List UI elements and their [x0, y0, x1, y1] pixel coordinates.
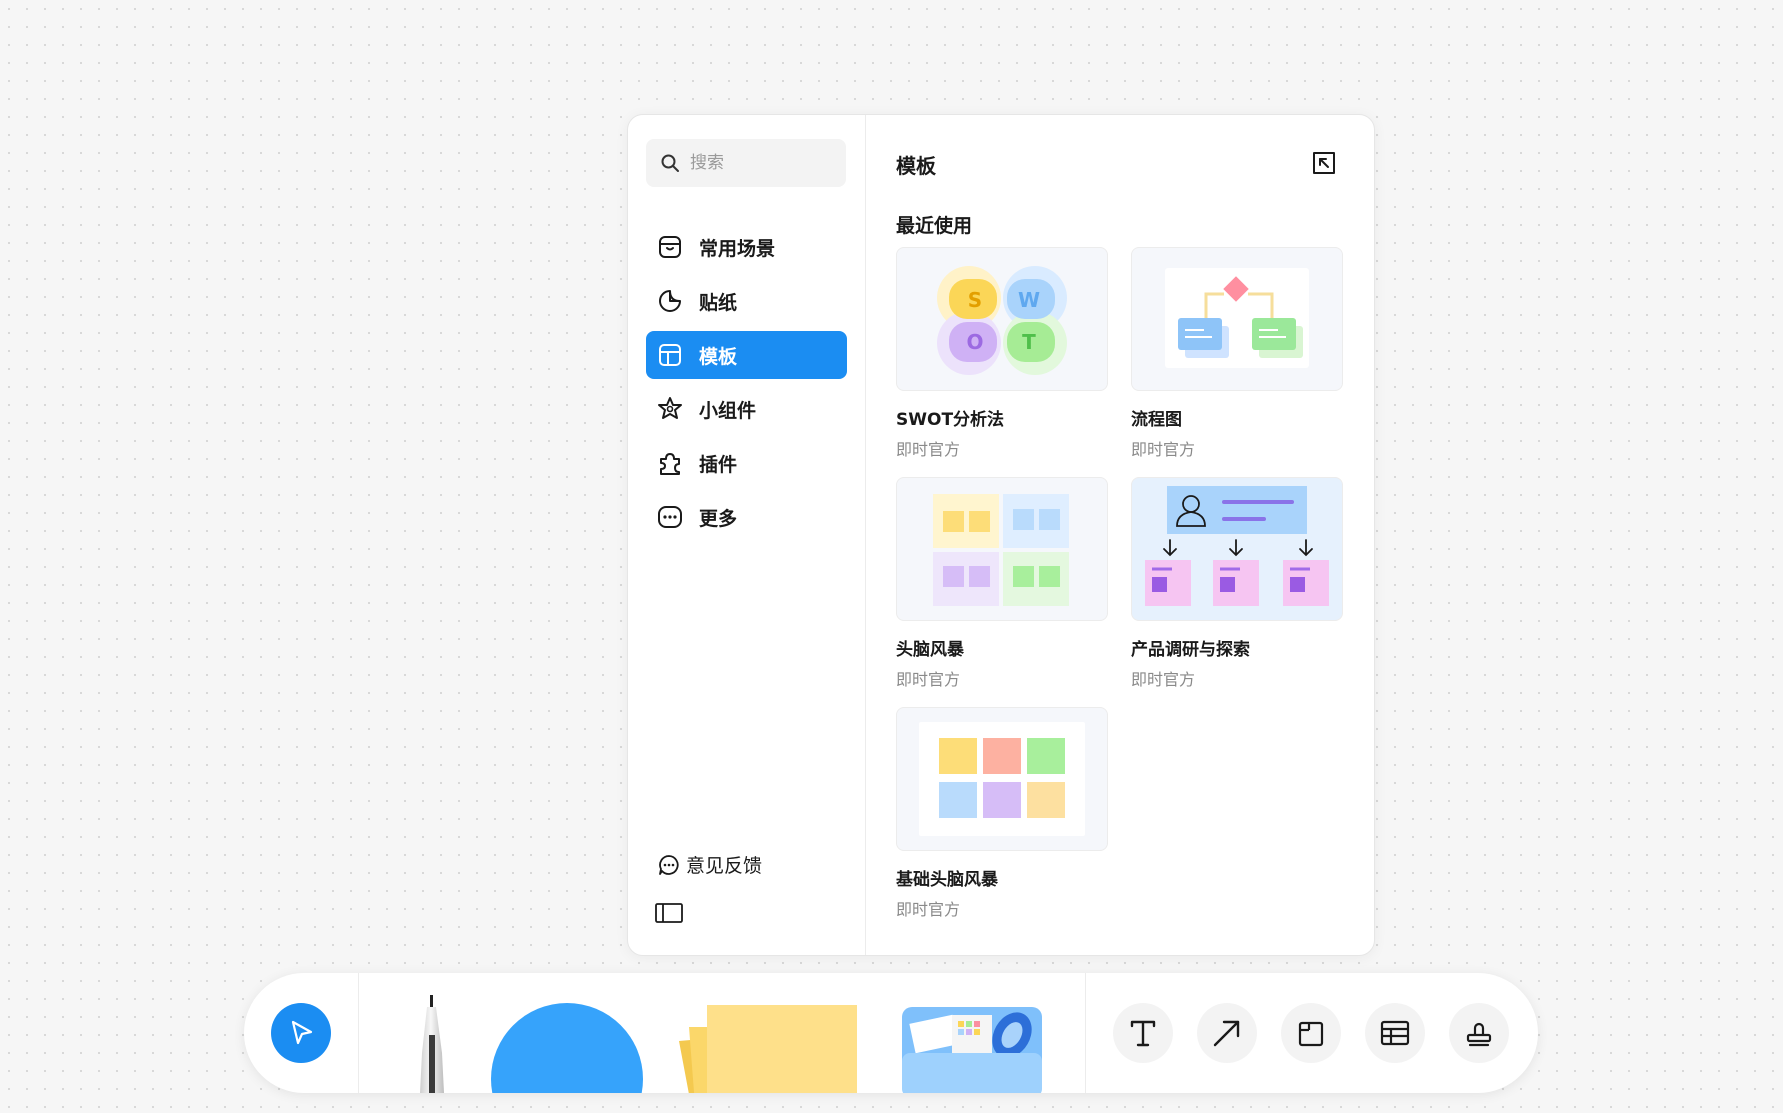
sidebar-item-label: 模板: [699, 345, 738, 368]
swot-letter-o: O: [966, 330, 983, 354]
sidebar-item-more[interactable]: 更多: [646, 493, 847, 541]
sidebar-item-label: 小组件: [699, 399, 757, 422]
template-panel: 常用场景 贴纸 模板 小组件: [627, 114, 1375, 956]
collapse-arrow-icon: [1313, 152, 1335, 174]
sidebar-item-templates[interactable]: 模板: [646, 331, 847, 379]
template-card-swot[interactable]: S W O T SWOT分析法 即时官方: [896, 247, 1108, 460]
sidebar-item-label: 贴纸: [699, 291, 738, 314]
sidebar-item-label: 常用场景: [699, 237, 776, 260]
sticky-note-icon: [679, 1005, 857, 1093]
recent-section-title: 最近使用: [896, 215, 973, 237]
plugin-icon: [656, 449, 684, 477]
chat-bubble-icon: [659, 854, 679, 875]
swot-letter-w: W: [1018, 288, 1040, 312]
template-main: 模板 最近使用 S W O T SWOT分析法 即时官方 流程图 即时官方 头脑…: [866, 115, 1373, 955]
collapse-panel-button[interactable]: [1311, 150, 1337, 180]
page-title: 模板: [896, 154, 936, 178]
template-card-flowchart[interactable]: 流程图 即时官方: [1131, 247, 1343, 460]
arrow-tool-button[interactable]: [1197, 1003, 1257, 1063]
sidebar-item-widgets[interactable]: 小组件: [646, 385, 847, 433]
text-tool-button[interactable]: [1113, 1003, 1173, 1063]
pen-tool-button[interactable]: [412, 995, 452, 1093]
search-icon: [661, 154, 679, 172]
sidebar-nav: 常用场景 贴纸 模板 小组件 插件 更多: [646, 223, 847, 547]
search-input[interactable]: [688, 152, 832, 174]
template-name: 基础头脑风暴: [896, 870, 998, 890]
template-source: 即时官方: [896, 900, 961, 919]
template-name: SWOT分析法: [896, 410, 1005, 430]
asset-folder-icon: [902, 1007, 1042, 1093]
select-tool-button[interactable]: [271, 1003, 331, 1063]
template-icon: [656, 341, 684, 369]
swot-letter-s: S: [968, 288, 982, 312]
template-card-basic-brainstorm[interactable]: 基础头脑风暴 即时官方: [896, 707, 1108, 920]
sticky-note-tool-button[interactable]: [677, 1005, 867, 1093]
template-source: 即时官方: [1131, 440, 1196, 459]
sidebar-item-label: 更多: [699, 507, 738, 530]
sidebar-toggle-button[interactable]: [655, 902, 683, 928]
template-card-brainstorm[interactable]: 头脑风暴 即时官方: [896, 477, 1108, 690]
template-name: 产品调研与探索: [1131, 640, 1250, 660]
swot-letter-t: T: [1022, 330, 1036, 354]
template-card-product-research[interactable]: 产品调研与探索 即时官方: [1131, 477, 1343, 690]
template-thumbnail: S W O T: [896, 247, 1108, 391]
toolbar-divider: [1085, 973, 1086, 1093]
template-thumbnail: [1131, 477, 1343, 621]
sidebar: 常用场景 贴纸 模板 小组件: [628, 115, 866, 955]
template-source: 即时官方: [1131, 670, 1196, 689]
frame-tool-button[interactable]: [1281, 1003, 1341, 1063]
sidebar-panel-icon: [655, 903, 683, 923]
feedback-label: 意见反馈: [686, 855, 763, 877]
shape-tool-button[interactable]: [491, 1003, 643, 1093]
widget-icon: [656, 395, 684, 423]
sidebar-item-label: 插件: [699, 453, 738, 476]
template-thumbnail: [896, 477, 1108, 621]
template-thumbnail: [1131, 247, 1343, 391]
search-box[interactable]: [646, 139, 846, 187]
text-icon: [1130, 1020, 1156, 1047]
template-thumbnail: [896, 707, 1108, 851]
pen-icon: [420, 995, 444, 1093]
box-icon: [656, 233, 684, 261]
sticker-icon: [656, 287, 684, 315]
sidebar-item-stickers[interactable]: 贴纸: [646, 277, 847, 325]
template-source: 即时官方: [896, 670, 961, 689]
feedback-link[interactable]: 意见反馈: [658, 851, 762, 878]
bottom-toolbar: [244, 973, 1538, 1093]
template-name: 流程图: [1131, 410, 1182, 430]
stamp-icon: [1466, 1022, 1492, 1047]
more-icon: [656, 503, 684, 531]
table-icon: [1380, 1020, 1410, 1046]
template-name: 头脑风暴: [896, 640, 964, 660]
frame-icon: [1298, 1021, 1324, 1047]
sidebar-item-plugins[interactable]: 插件: [646, 439, 847, 487]
asset-folder-tool-button[interactable]: [900, 1007, 1044, 1093]
stamp-tool-button[interactable]: [1449, 1003, 1509, 1063]
toolbar-divider: [358, 973, 359, 1093]
arrow-icon: [1213, 1020, 1240, 1047]
cursor-icon: [291, 1020, 313, 1045]
template-source: 即时官方: [896, 440, 961, 459]
table-tool-button[interactable]: [1365, 1003, 1425, 1063]
sidebar-item-common-scenes[interactable]: 常用场景: [646, 223, 847, 271]
